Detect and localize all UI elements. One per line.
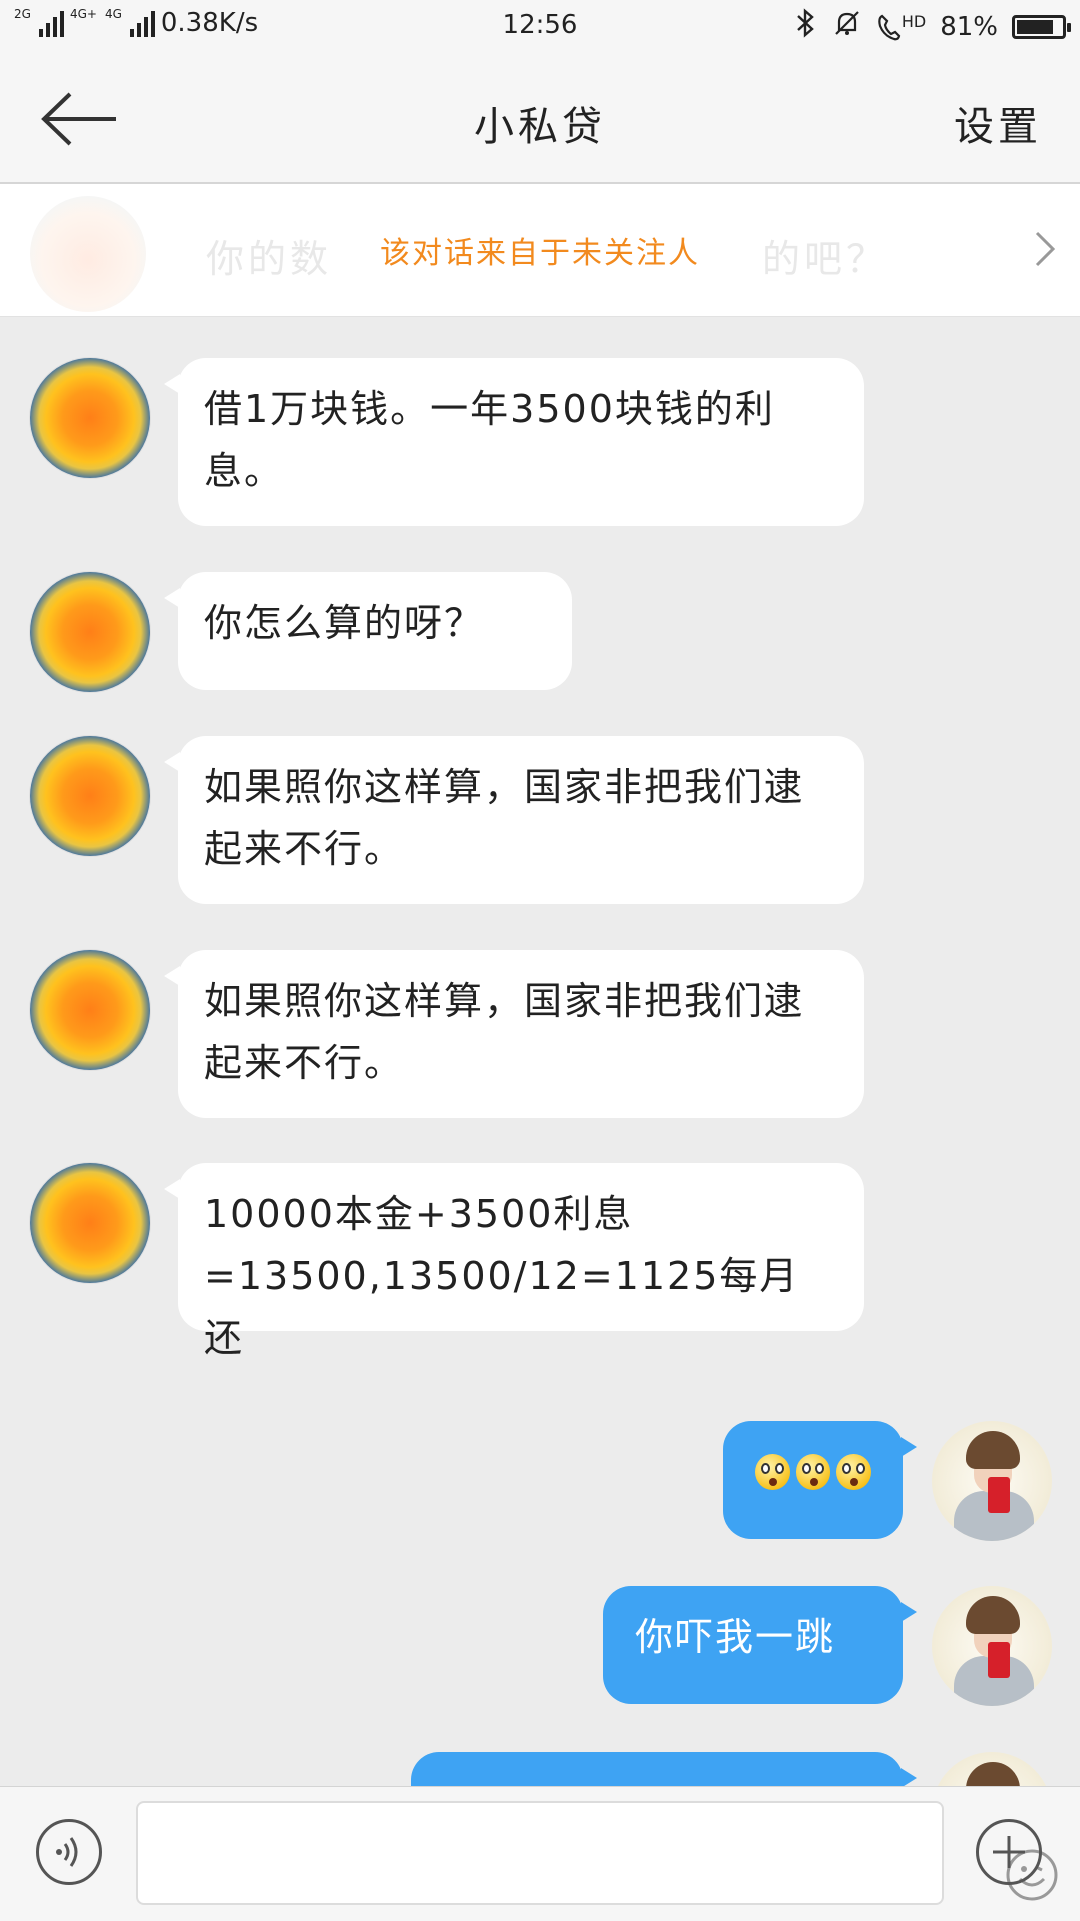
status-bar: 2G 4G+ 4G 0.38K/s 12:56 HD 81% — [0, 0, 1080, 54]
input-bar — [0, 1786, 1080, 1921]
bluetooth-icon — [792, 8, 818, 45]
battery-percent: 81% — [940, 11, 998, 42]
outgoing-message-bubble[interactable] — [723, 1421, 917, 1539]
message-text: 你怎么算的呀？ — [204, 601, 485, 645]
settings-button[interactable]: 设置 — [954, 94, 1042, 152]
chat-header: 小私贷 设置 — [0, 54, 1080, 184]
message-text: 你吓我一跳 — [635, 1615, 836, 1659]
plus-icon[interactable] — [976, 1819, 1042, 1885]
battery-level — [1017, 19, 1053, 34]
user-avatar[interactable] — [932, 1586, 1052, 1706]
message-text: 借1万块钱。一年3500块钱的利息。 — [204, 387, 775, 493]
message-input-box[interactable] — [136, 1801, 1058, 1905]
message-text: 如果照你这样算，国家非把我们逮起来不行。 — [204, 979, 805, 1085]
status-right: HD 81% — [792, 8, 1071, 45]
unfollowed-notice-banner[interactable]: 你的数 的吧？ 该对话来自于未关注人 — [0, 184, 1080, 317]
incoming-message-bubble[interactable]: 如果照你这样算，国家非把我们逮起来不行。 — [164, 950, 864, 1118]
astonished-emoji-icon — [836, 1454, 872, 1490]
contact-avatar[interactable] — [30, 736, 150, 856]
incoming-message-bubble[interactable]: 10000本金+3500利息=13500,13500/12=1125每月还 — [164, 1163, 864, 1360]
contact-avatar[interactable] — [30, 1163, 150, 1283]
voice-icon[interactable] — [36, 1819, 102, 1885]
hd-call-icon: HD — [876, 12, 926, 42]
contact-avatar[interactable] — [30, 572, 150, 692]
incoming-message-bubble[interactable]: 如果照你这样算，国家非把我们逮起来不行。 — [164, 736, 864, 904]
contact-avatar[interactable] — [30, 358, 150, 478]
hd-label: HD — [901, 11, 927, 31]
outgoing-message-bubble[interactable]: 你吓我一跳 — [603, 1586, 917, 1704]
user-avatar[interactable] — [932, 1421, 1052, 1541]
notice-text: 该对话来自于未关注人 — [380, 236, 700, 271]
astonished-emoji-icon — [795, 1454, 831, 1490]
astonished-emoji-icon — [755, 1454, 790, 1490]
mute-bell-icon — [832, 8, 862, 45]
incoming-message-bubble[interactable]: 你怎么算的呀？ — [164, 572, 572, 690]
page-title: 小私贷 — [474, 104, 606, 150]
incoming-message-bubble[interactable]: 借1万块钱。一年3500块钱的利息。 — [164, 358, 864, 526]
battery-icon — [1012, 14, 1071, 39]
message-text: 10000本金+3500利息=13500,13500/12=1125每月还 — [204, 1192, 800, 1360]
contact-avatar[interactable] — [30, 950, 150, 1070]
message-input[interactable] — [152, 1823, 856, 1885]
emoji-row — [755, 1441, 872, 1503]
chevron-right-icon — [1034, 230, 1056, 268]
message-text: 如果照你这样算，国家非把我们逮起来不行。 — [204, 765, 805, 871]
